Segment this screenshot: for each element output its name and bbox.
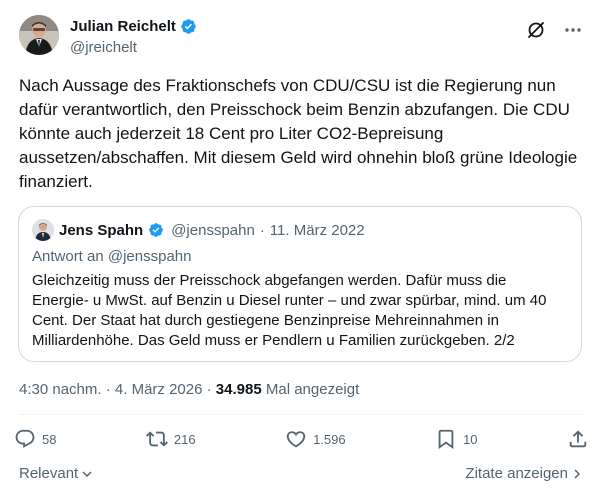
repost-icon: [145, 431, 168, 447]
replies-controls: Relevant Zitate anzeigen: [19, 465, 583, 482]
bookmark-count: 10: [463, 431, 478, 447]
tweet-action-bar: 58 216 1.596 10: [14, 428, 589, 450]
view-count: 34.985: [215, 381, 262, 398]
view-quotes-label: Zitate anzeigen: [465, 465, 568, 482]
quoted-avatar-image: [32, 219, 54, 241]
quoted-author-handle: @jensspahn: [171, 221, 255, 239]
chevron-right-icon: [574, 468, 581, 479]
tweet-date[interactable]: 4. März 2026: [115, 381, 203, 398]
quoted-date: 11. März 2022: [269, 221, 365, 239]
quoted-verified-badge-icon: [149, 223, 164, 237]
reply-icon: [15, 429, 35, 448]
tweet-time[interactable]: 4:30 nachm.: [19, 381, 102, 398]
timestamp-separator: ·: [105, 381, 111, 398]
author-display-name[interactable]: Julian Reichelt: [70, 18, 176, 35]
grok-icon-glyph: [528, 22, 544, 38]
view-quotes-link[interactable]: Zitate anzeigen: [465, 465, 583, 482]
divider-top: [19, 414, 583, 415]
bookmark-button[interactable]: 10: [435, 428, 478, 450]
sort-label: Relevant: [19, 465, 79, 482]
more-options-icon[interactable]: [564, 27, 582, 33]
quoted-separator: ·: [259, 221, 265, 239]
reply-count: 58: [42, 431, 57, 447]
quoted-tweet[interactable]: Jens Spahn @jensspahn · 11. März 2022 An…: [18, 206, 582, 362]
verified-badge-icon: [181, 18, 196, 34]
reply-button[interactable]: 58: [14, 428, 56, 450]
repost-button[interactable]: 216: [145, 428, 196, 450]
author-handle[interactable]: @jreichelt: [70, 39, 197, 56]
author-avatar-image: [19, 15, 59, 55]
quoted-author-avatar: [32, 219, 54, 241]
share-icon: [569, 430, 587, 448]
like-count: 1.596: [313, 431, 346, 447]
tweet-timestamp-row: 4:30 nachm. · 4. März 2026 · 34.985 Mal …: [19, 381, 359, 398]
tweet-header-actions: [526, 20, 582, 40]
quoted-author-name: Jens Spahn: [59, 221, 144, 239]
like-button[interactable]: 1.596: [285, 428, 346, 450]
share-button[interactable]: [567, 428, 589, 450]
quoted-tweet-text: Gleichzeitig muss der Preisschock abgefa…: [32, 272, 547, 349]
bookmark-icon: [438, 429, 454, 450]
author-avatar[interactable]: [19, 15, 59, 55]
quoted-tweet-header: Jens Spahn @jensspahn · 11. März 2022: [32, 219, 365, 241]
views-separator: ·: [206, 381, 212, 398]
repost-count: 216: [173, 431, 196, 447]
sort-replies-dropdown[interactable]: Relevant: [19, 465, 93, 482]
quoted-reply-to: Antwort an @jensspahn: [32, 248, 192, 265]
views-label: Mal angezeigt: [265, 381, 360, 398]
tweet-text: Nach Aussage des Fraktionschefs von CDU/…: [19, 76, 578, 191]
more-dots-glyph: [565, 28, 581, 32]
chevron-down-icon: [82, 470, 92, 477]
grok-icon[interactable]: [526, 20, 546, 40]
author-info: Julian Reichelt @jreichelt: [70, 16, 197, 56]
heart-icon: [286, 431, 306, 448]
